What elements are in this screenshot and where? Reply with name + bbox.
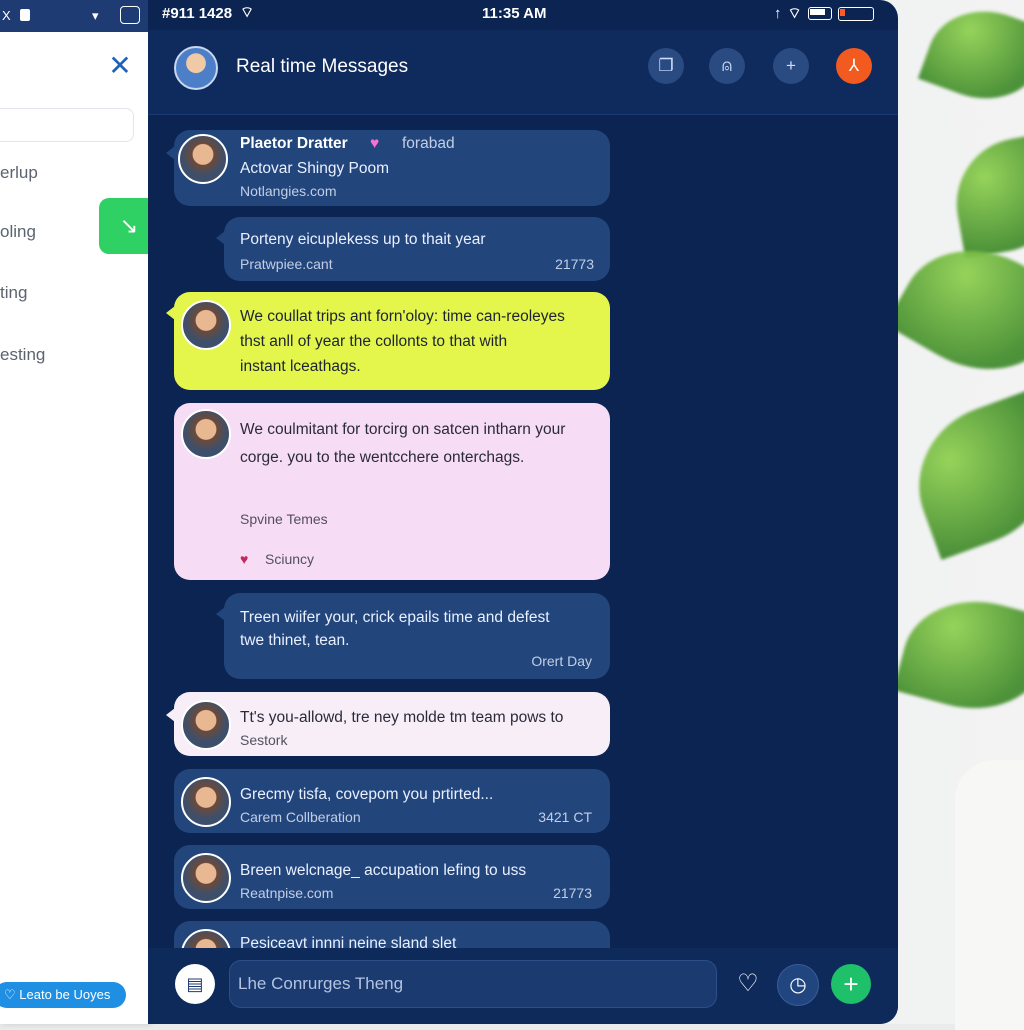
message-timestamp: 21773 (553, 885, 592, 901)
message-subtext: Notlangies.com (240, 183, 337, 199)
close-icon[interactable]: ✕ (106, 52, 134, 80)
side-pill-button[interactable]: ♡ Leato be Uoyes (0, 982, 126, 1008)
status-right: ↑ ⌔ (774, 4, 874, 23)
page-title: Real time Messages (236, 56, 409, 77)
message-text-line: We coulmitant for torcirg on satcen inth… (240, 421, 566, 438)
avatar (181, 300, 231, 350)
message-timestamp: 21773 (555, 256, 594, 272)
lock-icon (120, 6, 140, 24)
bubble-tail (216, 231, 225, 245)
chat-icon[interactable]: ▤ (175, 964, 215, 1004)
timer-icon[interactable]: ◷ (777, 964, 819, 1006)
plant-leaf (896, 389, 1024, 561)
side-status-text: X (2, 8, 11, 23)
message-bubble[interactable]: We coulmitant for torcirg on satcen inth… (174, 403, 610, 580)
message-subtext: Pratwpiee.cant (240, 256, 333, 272)
message-text-line: We coullat trips ant forn'oloy: time can… (240, 308, 565, 325)
battery-icon (807, 7, 832, 20)
heart-outline-icon: ♡ (4, 987, 20, 1002)
message-tag: forabad (402, 135, 455, 152)
square-icon (20, 9, 30, 21)
message-text-line: instant lceathags. (240, 358, 361, 375)
avatar (181, 700, 231, 750)
side-item[interactable]: esting (0, 345, 45, 365)
message-text: Actovar Shingy Poom (240, 160, 390, 177)
status-time: 11:35 AM (482, 5, 547, 22)
message-subtext: Carem Collberation (240, 809, 361, 825)
message-input[interactable] (229, 960, 717, 1008)
message-sender: Plaetor Dratter (240, 135, 348, 152)
bubble-tail (166, 306, 175, 320)
message-text-line: twe thinet, tean. (240, 632, 350, 649)
message-subtext: Sestork (240, 732, 288, 748)
message-bubble[interactable]: We coullat trips ant forn'oloy: time can… (166, 292, 610, 390)
message-list: Plaetor Dratter ♥ forabad Actovar Shingy… (148, 115, 898, 948)
avatar (178, 134, 228, 184)
messages-app: #911 1428 ⌔ 11:35 AM ↑ ⌔ Real time Messa… (148, 0, 898, 1024)
message-timestamp: Orert Day (531, 653, 592, 669)
plant-leaf (946, 131, 1024, 259)
message-bubble[interactable]: Pesiceavt innnj neine sland slet (174, 921, 610, 948)
plant-leaf (893, 583, 1024, 727)
plant-leaf (917, 0, 1024, 117)
plant-pot (955, 760, 1024, 1030)
battery-low-icon (837, 6, 874, 21)
message-bubble[interactable]: Treen wiifer your, crick epails time and… (216, 593, 610, 679)
message-meta: Sciuncy (265, 551, 315, 567)
plus-icon[interactable]: + (773, 48, 809, 84)
bubble-tail (166, 708, 175, 722)
message-text-line: Treen wiifer your, crick epails time and… (240, 609, 550, 626)
side-search-input[interactable] (0, 108, 134, 142)
book-icon[interactable]: ❐ (648, 48, 684, 84)
status-left: #911 1428 (162, 5, 233, 22)
side-panel: X ▾ ✕ erlup oling ↘ ting esting ♡ Leato … (0, 0, 159, 1024)
message-bubble[interactable]: Breen welcnage_ accupation lefing to uss… (174, 845, 610, 909)
side-pill-label: Leato be Uoyes (19, 987, 111, 1002)
side-item[interactable]: erlup (0, 163, 38, 183)
heart-icon: ♥ (370, 135, 380, 152)
message-text-line: thst anll of year the collonts to that w… (240, 333, 508, 350)
message-bubble[interactable]: Plaetor Dratter ♥ forabad Actovar Shingy… (166, 130, 610, 206)
side-status-bar: X ▾ (0, 0, 150, 32)
side-item[interactable]: ting (0, 283, 27, 303)
status-bar: #911 1428 ⌔ 11:35 AM ↑ ⌔ (148, 0, 898, 28)
chat-header: Real time Messages ❐ ⍝ + ⅄ (148, 30, 898, 115)
location-icon: ↑ (774, 5, 782, 22)
avatar (181, 777, 231, 827)
wifi-icon: ⌔ (240, 4, 255, 21)
message-subtext: Spvine Temes (240, 511, 328, 527)
heart-icon[interactable]: ♡ (728, 964, 768, 1004)
message-subtext: Reatnpise.com (240, 885, 334, 901)
message-bubble[interactable]: Grecmy tisfa, covepom you prtirted... Ca… (174, 769, 610, 833)
message-text: Grecmy tisfa, covepom you prtirted... (240, 786, 494, 803)
user-icon[interactable]: ⍝ (709, 48, 745, 84)
side-item[interactable]: oling (0, 222, 36, 242)
avatar (181, 929, 231, 948)
signal-icon: ▾ (92, 8, 99, 23)
wifi-icon: ⌔ (787, 5, 802, 22)
brand-logo-icon: ♥ (240, 551, 249, 567)
bubble-tail (216, 607, 225, 621)
message-text: Porteny eicuplekess up to thait year (240, 231, 486, 248)
avatar (181, 853, 231, 903)
message-text: Breen welcnage_ accupation lefing to uss (240, 862, 527, 879)
add-icon[interactable]: + (831, 964, 871, 1004)
avatar (181, 409, 231, 459)
avatar[interactable] (174, 46, 218, 90)
message-bubble[interactable]: Tt's you-allowd, tre ney molde tm team p… (166, 692, 610, 756)
composer-bar: ▤ ♡ ◷ + (148, 948, 898, 1024)
message-bubble[interactable]: Porteny eicuplekess up to thait year Pra… (216, 217, 610, 281)
message-text-line: corge. you to the wentcchere onterchags. (240, 449, 525, 466)
message-text: Pesiceavt innnj neine sland slet (240, 935, 457, 948)
message-text: Tt's you-allowd, tre ney molde tm team p… (240, 709, 564, 726)
bubble-tail (166, 146, 175, 160)
profile-icon[interactable]: ⅄ (836, 48, 872, 84)
message-timestamp: 3421 CT (538, 809, 592, 825)
